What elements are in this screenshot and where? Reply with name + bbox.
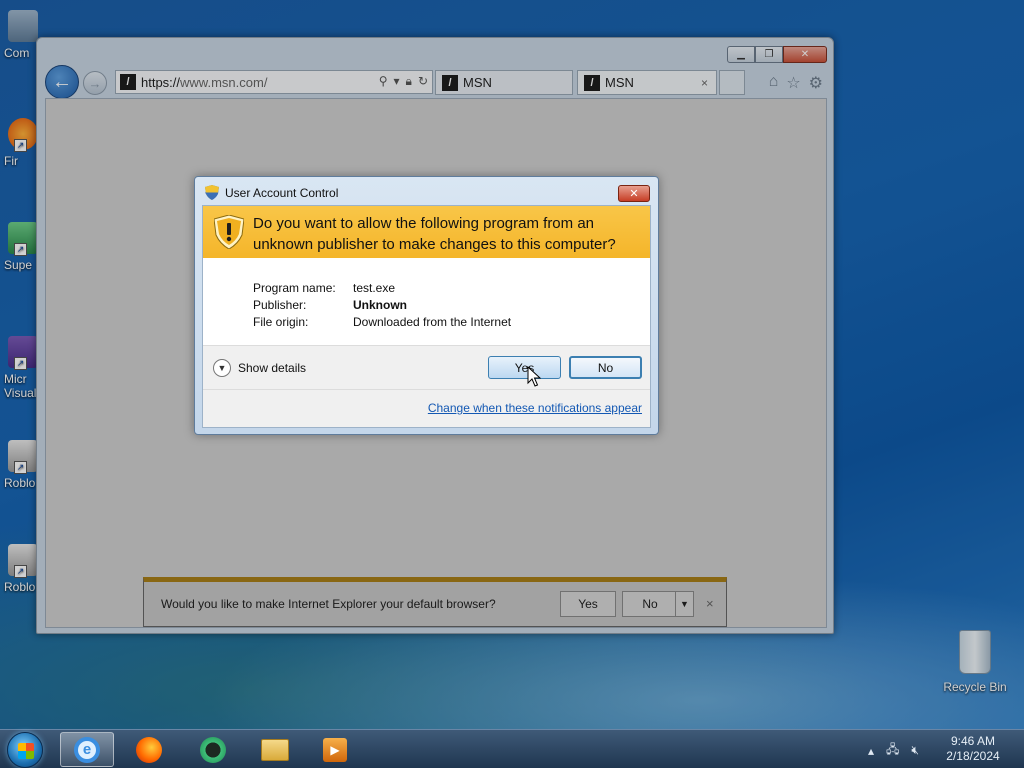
uac-titlebar: User Account Control xyxy=(205,185,338,200)
system-tray: ▴ 🖧︎ 🔇︎ xyxy=(868,740,919,761)
show-details-label: Show details xyxy=(238,361,307,375)
uac-yes-button[interactable]: Yes xyxy=(488,356,561,379)
folder-icon xyxy=(261,738,289,761)
detail-key: Publisher: xyxy=(253,298,307,312)
uac-title: User Account Control xyxy=(225,185,339,200)
firefox-icon xyxy=(136,736,162,763)
clock[interactable]: 9:46 AM 2/18/2024 xyxy=(940,734,1006,764)
uac-close-button[interactable]: ✕ xyxy=(618,185,650,202)
mouse-cursor-icon xyxy=(527,366,541,387)
taskbar-file-explorer[interactable] xyxy=(248,732,302,767)
uac-program-details: Program name: test.exe Publisher: Unknow… xyxy=(253,280,511,331)
uac-dialog: User Account Control ✕ Do you want to al… xyxy=(194,176,659,435)
close-icon: ✕ xyxy=(629,188,639,200)
volume-muted-icon[interactable]: 🔇︎ xyxy=(911,743,919,758)
tray-expand-icon[interactable]: ▴ xyxy=(868,744,874,758)
detail-publisher: Publisher: Unknown xyxy=(253,297,511,314)
windows-logo-icon xyxy=(18,743,34,759)
warning-shield-icon xyxy=(214,215,244,249)
show-details-toggle[interactable]: ▼ Show details xyxy=(213,359,306,377)
uac-warning-header: Do you want to allow the following progr… xyxy=(203,206,650,258)
taskbar: e ▶ ▴ 🖧︎ 🔇︎ 9:46 AM 2/18/2024 xyxy=(0,729,1024,768)
detail-value: Downloaded from the Internet xyxy=(353,315,512,329)
uac-no-button[interactable]: No xyxy=(569,356,642,379)
detail-file-origin: File origin: Downloaded from the Interne… xyxy=(253,314,511,331)
clock-date: 2/18/2024 xyxy=(946,749,1000,763)
uac-question: Do you want to allow the following progr… xyxy=(253,215,616,253)
clock-time: 9:46 AM xyxy=(950,734,996,748)
app-icon xyxy=(200,736,226,763)
taskbar-internet-explorer[interactable]: e xyxy=(60,732,114,767)
taskbar-app[interactable] xyxy=(186,732,240,767)
detail-program-name: Program name: test.exe xyxy=(253,280,511,297)
chevron-down-icon: ▼ xyxy=(213,359,231,377)
detail-key: File origin: xyxy=(253,315,309,329)
media-player-icon: ▶ xyxy=(323,737,347,762)
uac-footer: ▼ Show details Yes No Change when these … xyxy=(203,345,650,427)
uac-shield-icon xyxy=(205,185,219,200)
network-icon[interactable]: 🖧︎ xyxy=(886,740,899,761)
internet-explorer-icon: e xyxy=(74,736,100,763)
taskbar-firefox[interactable] xyxy=(122,732,176,767)
detail-value: Unknown xyxy=(353,298,407,312)
detail-value: test.exe xyxy=(353,281,396,295)
uac-body: Do you want to allow the following progr… xyxy=(202,205,651,428)
start-button[interactable] xyxy=(7,732,43,768)
detail-key: Program name: xyxy=(253,281,336,295)
footer-divider xyxy=(203,389,650,390)
change-notifications-link[interactable]: Change when these notifications appear xyxy=(428,401,642,415)
taskbar-media-player[interactable]: ▶ xyxy=(308,732,362,767)
